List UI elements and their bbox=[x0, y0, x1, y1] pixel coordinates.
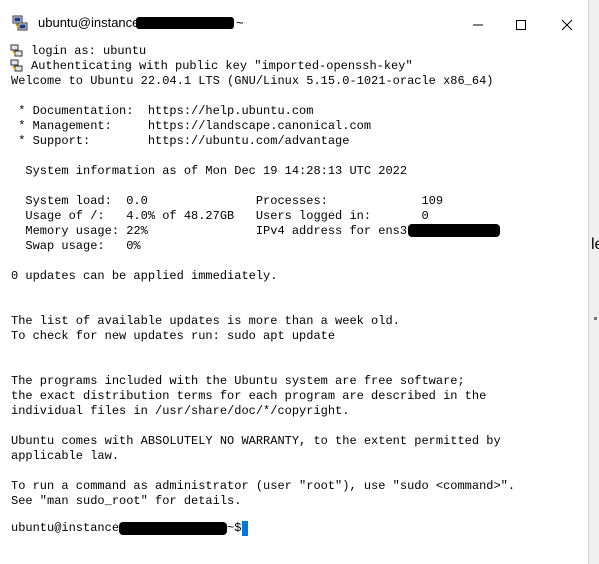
maximize-button[interactable] bbox=[504, 8, 538, 42]
terminal-output[interactable]: login as: ubuntu Authenticating with pub… bbox=[0, 44, 588, 564]
redaction-mark bbox=[136, 17, 234, 29]
system-info-line: System information as of Mon Dec 19 14:2… bbox=[11, 164, 408, 178]
memory-usage-line: Memory usage: 22% IPv4 address for ens3: bbox=[11, 224, 415, 238]
auth-line: Authenticating with public key "imported… bbox=[31, 59, 413, 73]
free-software-line-2: the exact distribution terms for each pr… bbox=[11, 389, 487, 403]
updates-line: 0 updates can be applied immediately. bbox=[11, 269, 278, 283]
background-text-fragment: le bbox=[591, 236, 599, 253]
key-icon bbox=[10, 59, 23, 72]
background-dot bbox=[594, 317, 597, 320]
admin-line-1: To run a command as administrator (user … bbox=[11, 479, 516, 493]
window-title: ubuntu@instance bbox=[38, 15, 140, 30]
close-button[interactable] bbox=[550, 8, 584, 42]
support-line: * Support: https://ubuntu.com/advantage bbox=[11, 134, 350, 148]
management-line: * Management: https://landscape.canonica… bbox=[11, 119, 372, 133]
shell-prompt: ubuntu@instance bbox=[11, 521, 120, 535]
minimize-button[interactable] bbox=[461, 8, 495, 42]
redaction-mark bbox=[119, 522, 227, 535]
key-icon bbox=[10, 44, 23, 57]
title-bar[interactable]: ubuntu@instance ~ bbox=[0, 0, 588, 44]
text-cursor bbox=[242, 521, 248, 536]
warranty-line-1: Ubuntu comes with ABSOLUTELY NO WARRANTY… bbox=[11, 434, 501, 448]
terminal-window: ubuntu@instance ~ login as: ubuntu Authe… bbox=[0, 0, 589, 564]
check-updates-line: To check for new updates run: sudo apt u… bbox=[11, 329, 336, 343]
background-window-edge bbox=[589, 0, 599, 564]
close-icon bbox=[561, 19, 573, 31]
welcome-line: Welcome to Ubuntu 22.04.1 LTS (GNU/Linux… bbox=[11, 74, 494, 88]
system-load-line: System load: 0.0 Processes: 109 bbox=[11, 194, 444, 208]
swap-usage-line: Swap usage: 0% bbox=[11, 239, 141, 253]
free-software-line-1: The programs included with the Ubuntu sy… bbox=[11, 374, 465, 388]
admin-line-2: See "man sudo_root" for details. bbox=[11, 494, 242, 508]
warranty-line-2: applicable law. bbox=[11, 449, 120, 463]
old-list-line: The list of available updates is more th… bbox=[11, 314, 400, 328]
free-software-line-3: individual files in /usr/share/doc/*/cop… bbox=[11, 404, 350, 418]
documentation-line: * Documentation: https://help.ubuntu.com bbox=[11, 104, 314, 118]
disk-usage-line: Usage of /: 4.0% of 48.27GB Users logged… bbox=[11, 209, 429, 223]
minimize-icon bbox=[473, 24, 483, 26]
putty-icon bbox=[12, 15, 28, 31]
shell-prompt-suffix: ~$ bbox=[227, 521, 242, 535]
window-title-suffix: ~ bbox=[236, 15, 244, 30]
login-line: login as: ubuntu bbox=[31, 44, 147, 58]
redaction-mark bbox=[408, 224, 500, 237]
maximize-icon bbox=[516, 20, 526, 30]
